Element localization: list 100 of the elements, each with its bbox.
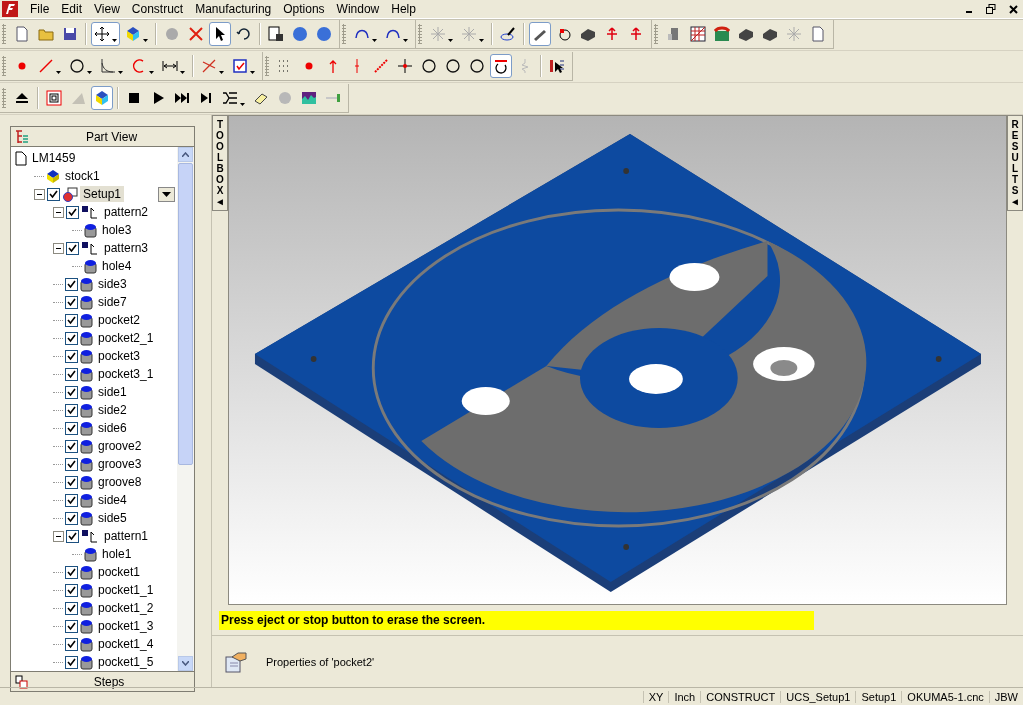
block-icon [738, 26, 754, 42]
tree-item[interactable]: stock1 [62, 168, 103, 184]
toolbox-tab[interactable]: TOOLBOX ◄ [212, 115, 228, 211]
checkbox[interactable] [65, 637, 78, 651]
menu-item[interactable]: Help [385, 1, 422, 17]
tree-item[interactable]: pocket3_1 [95, 366, 157, 382]
checkbox[interactable] [66, 529, 79, 543]
checkbox[interactable] [66, 241, 79, 255]
tree-item[interactable]: side3 [95, 276, 130, 292]
checkbox[interactable] [65, 511, 78, 525]
tree-item[interactable]: pattern2 [101, 204, 152, 220]
folder-icon [38, 26, 54, 42]
checkbox[interactable] [65, 655, 78, 669]
status-cell: Inch [668, 690, 701, 703]
menu-item[interactable]: Construct [125, 1, 190, 17]
tree-item[interactable]: pocket1_5 [95, 654, 157, 670]
checkbox[interactable] [65, 601, 78, 615]
check-square-icon [232, 58, 248, 74]
menu-item[interactable]: View [88, 1, 126, 17]
tree-item[interactable]: pocket1_1 [95, 582, 157, 598]
dimension-icon [162, 58, 178, 74]
grid-icon [690, 26, 706, 42]
tree-item[interactable]: groove3 [95, 456, 145, 472]
tree-item[interactable]: pocket1_3 [95, 618, 157, 634]
tree-item[interactable]: side2 [95, 402, 130, 418]
chart-icon [301, 90, 317, 106]
trim-icon [201, 58, 217, 74]
toolbar-button[interactable] [529, 22, 551, 46]
expand-toggle[interactable] [53, 530, 64, 542]
checkbox[interactable] [65, 313, 78, 327]
caret-icon [250, 71, 255, 74]
caret-icon [240, 103, 245, 106]
toolbar-button[interactable] [91, 22, 120, 46]
panel-title: Part View [84, 129, 139, 144]
toolbar-button[interactable] [91, 86, 113, 110]
scrollbar[interactable] [177, 147, 194, 671]
menu-item[interactable]: Window [330, 1, 386, 17]
expand-toggle[interactable] [53, 206, 64, 218]
tree-item[interactable]: hole4 [99, 258, 135, 274]
checkbox[interactable] [65, 475, 78, 489]
tree-item[interactable]: side6 [95, 420, 130, 436]
tree-item[interactable]: pocket3 [95, 348, 144, 364]
checkbox[interactable] [65, 619, 78, 633]
expand-toggle[interactable] [34, 188, 45, 200]
tree-item[interactable]: pocket1_4 [95, 636, 157, 652]
menu-item[interactable]: Manufacturing [189, 1, 278, 17]
caret-icon [56, 71, 61, 74]
menu-item[interactable]: File [24, 1, 56, 17]
checkbox[interactable] [65, 403, 78, 417]
block-icon [580, 26, 596, 42]
tree-item[interactable]: pocket2 [95, 312, 144, 328]
tree-item[interactable]: Setup1 [80, 186, 125, 202]
corner-icon [100, 58, 116, 74]
pattern-icon [81, 528, 99, 544]
tree-item[interactable]: side7 [95, 294, 130, 310]
checkbox[interactable] [65, 493, 78, 507]
tree-item[interactable]: side5 [95, 510, 130, 526]
tree-item[interactable]: side1 [95, 384, 130, 400]
circle-icon [421, 58, 437, 74]
dropdown-icon[interactable] [158, 186, 175, 202]
check-icon [68, 243, 77, 253]
asterisk-icon [430, 26, 446, 42]
checkbox[interactable] [65, 421, 78, 435]
checkbox[interactable] [65, 295, 78, 309]
chevron-up-icon [182, 152, 189, 157]
checkbox[interactable] [65, 367, 78, 381]
tree-item[interactable]: hole3 [99, 222, 135, 238]
tree-item[interactable]: hole1 [99, 546, 135, 562]
tree-item[interactable]: groove8 [95, 474, 145, 490]
checkbox[interactable] [66, 205, 79, 219]
expand-toggle[interactable] [53, 242, 64, 254]
tree-view-icon [15, 129, 29, 144]
toolbar-button[interactable] [209, 22, 231, 46]
steps-icon [15, 674, 28, 689]
tree-item[interactable]: groove2 [95, 438, 145, 454]
checkbox[interactable] [65, 565, 78, 579]
scroll-down-button[interactable] [178, 656, 193, 671]
toolbar-button[interactable] [490, 54, 512, 78]
checkbox[interactable] [65, 385, 78, 399]
results-tab[interactable]: RESULTS ◄ [1007, 115, 1023, 211]
checkbox[interactable] [65, 349, 78, 363]
tree-item[interactable]: pattern3 [101, 240, 152, 256]
caret-icon [143, 39, 148, 42]
page-icon [15, 150, 27, 166]
checkbox[interactable] [65, 583, 78, 597]
tree-item[interactable]: LM1459 [29, 150, 79, 166]
checkbox[interactable] [65, 439, 78, 453]
tree-item[interactable]: pocket1_2 [95, 600, 157, 616]
tree-item[interactable]: pocket1 [95, 564, 144, 580]
checkbox[interactable] [47, 187, 60, 201]
tree-item[interactable]: side4 [95, 492, 130, 508]
menu-item[interactable]: Options [277, 1, 331, 17]
tree-item[interactable]: pocket2_1 [95, 330, 157, 346]
checkbox[interactable] [65, 331, 78, 345]
menu-item[interactable]: Edit [55, 1, 89, 17]
scroll-up-button[interactable] [178, 147, 193, 162]
caret-icon [149, 71, 154, 74]
checkbox[interactable] [65, 277, 78, 291]
tree-item[interactable]: pattern1 [101, 528, 152, 544]
checkbox[interactable] [65, 457, 78, 471]
